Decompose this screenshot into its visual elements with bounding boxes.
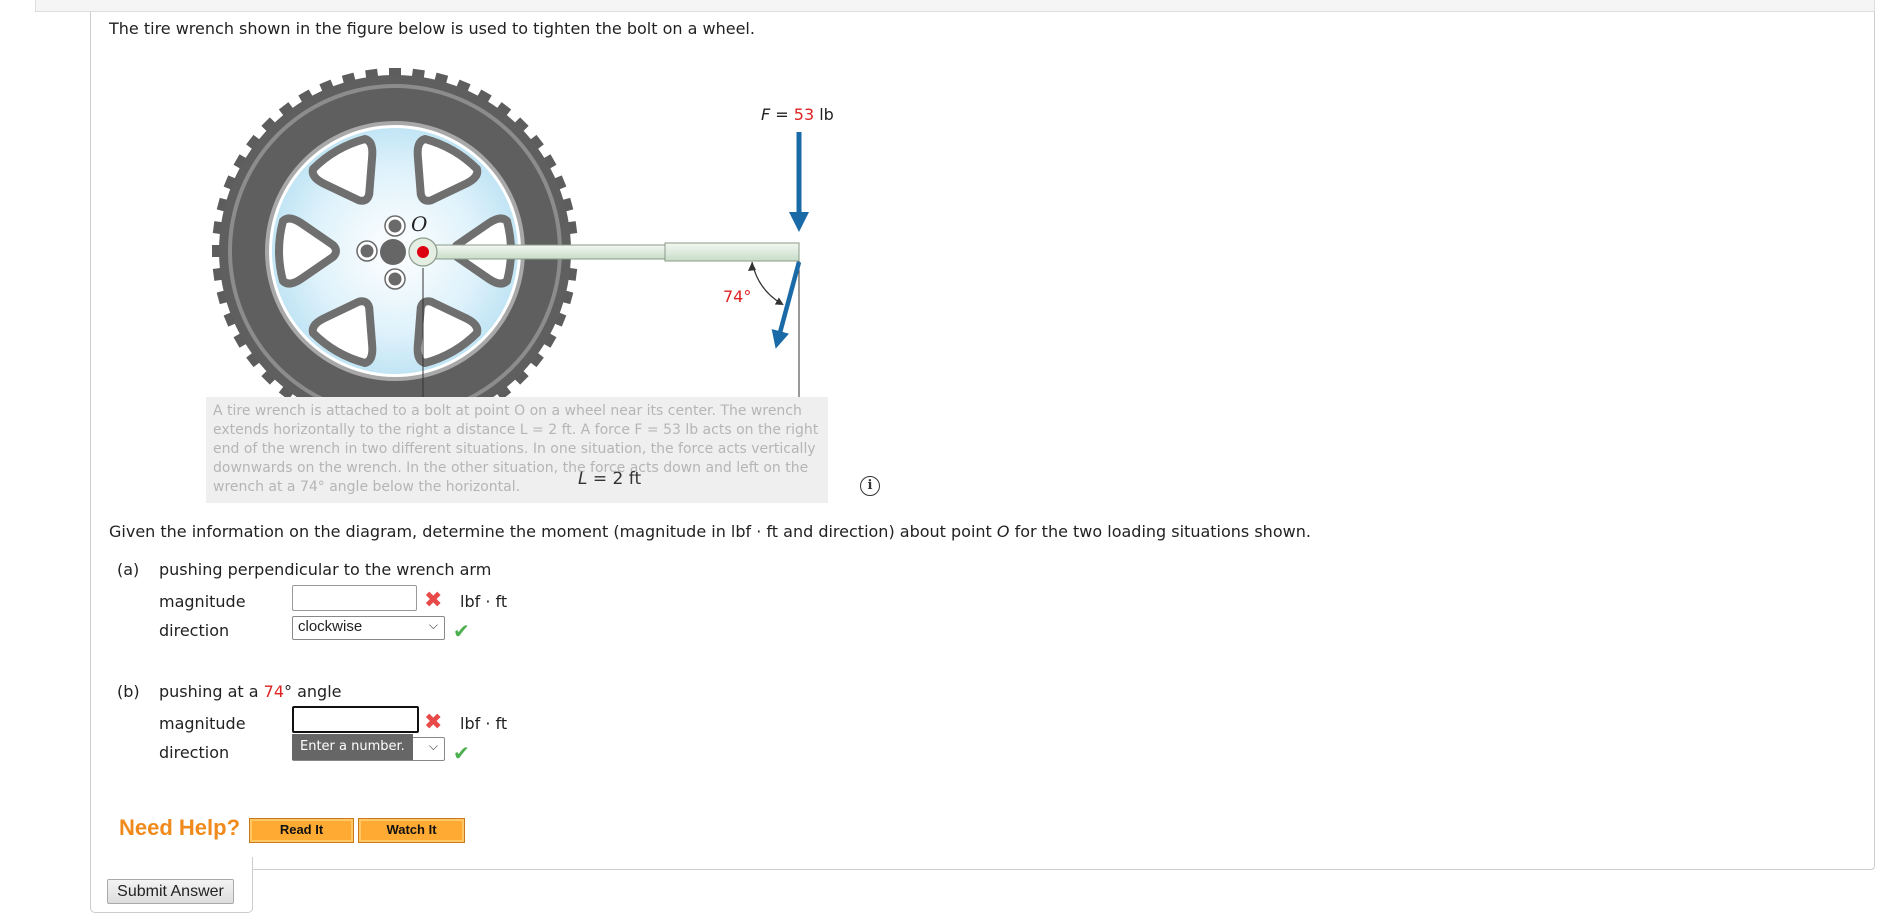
part-b-title-end: ° angle xyxy=(284,682,342,701)
prompt-point: O xyxy=(996,522,1010,541)
question-prompt: Given the information on the diagram, de… xyxy=(109,522,1311,541)
force-eq: = xyxy=(770,105,794,124)
part-a-direction-select[interactable]: clockwise ⌵ xyxy=(292,616,445,640)
info-icon[interactable]: i xyxy=(860,476,880,496)
part-a-direction-label: direction xyxy=(159,621,230,640)
part-a-magnitude-input[interactable] xyxy=(292,585,417,611)
angle-label: 74° xyxy=(723,287,752,306)
wrench-sleeve xyxy=(664,242,800,262)
part-a-title: pushing perpendicular to the wrench arm xyxy=(159,560,492,579)
length-label: L = 2 ft xyxy=(578,469,641,489)
lug-nut-center xyxy=(360,244,374,258)
part-a-magnitude-label: magnitude xyxy=(159,592,246,611)
lug-nut-center xyxy=(388,219,402,233)
incorrect-icon: ✖ xyxy=(424,710,443,735)
part-b-title-text: pushing at a xyxy=(159,682,264,701)
part-b-label: (b) xyxy=(117,682,140,701)
chevron-down-icon: ⌵ xyxy=(428,618,438,632)
validation-tooltip: Enter a number. xyxy=(292,734,413,760)
incorrect-icon: ✖ xyxy=(424,588,443,613)
part-b-title: pushing at a 74° angle xyxy=(159,682,342,701)
need-help-label: Need Help? xyxy=(119,815,241,840)
watch-it-button[interactable]: Watch It xyxy=(358,818,465,843)
prompt-text: Given the information on the diagram, de… xyxy=(109,522,997,541)
part-b-angle-value: 74 xyxy=(263,682,285,701)
part-b-magnitude-label: magnitude xyxy=(159,714,246,733)
point-o-label: O xyxy=(411,212,428,236)
part-a-unit: lbf · ft xyxy=(460,592,508,611)
submit-answer-button[interactable]: Submit Answer xyxy=(107,879,234,904)
read-it-button[interactable]: Read It xyxy=(249,818,354,843)
part-a-label: (a) xyxy=(117,560,140,579)
caption-line: downwards on the wrench. In the other si… xyxy=(213,460,809,476)
force-unit: lb xyxy=(814,105,834,124)
chevron-down-icon: ⌵ xyxy=(428,739,438,753)
caption-line: end of the wrench in two different situa… xyxy=(213,441,816,457)
bolt-point-o xyxy=(417,246,429,258)
lug-nut-center xyxy=(388,272,402,286)
correct-icon: ✔ xyxy=(453,741,470,765)
force-value: 53 xyxy=(793,105,815,124)
wrench-shaft xyxy=(429,244,667,260)
force-arrow-angled xyxy=(771,261,802,349)
correct-icon: ✔ xyxy=(453,619,470,643)
part-b-direction-label: direction xyxy=(159,743,230,762)
force-label: F = 53 lb xyxy=(761,105,834,124)
figure-caption: A tire wrench is attached to a bolt at p… xyxy=(206,397,828,503)
angle-arc-start xyxy=(753,264,770,296)
length-rest: = 2 ft xyxy=(587,469,642,489)
prompt-text-end: for the two loading situations shown. xyxy=(1009,522,1311,541)
caption-line: A tire wrench is attached to a bolt at p… xyxy=(213,403,802,419)
wheel-hub xyxy=(380,239,406,265)
caption-line: extends horizontally to the right a dist… xyxy=(213,422,819,438)
angle-arc-head-start xyxy=(748,262,756,271)
angle-arc xyxy=(751,261,784,306)
part-b-unit: lbf · ft xyxy=(460,714,508,733)
caption-line: wrench at a 74° angle below the horizont… xyxy=(213,479,521,495)
force-var: F xyxy=(761,105,771,124)
part-b-magnitude-input[interactable] xyxy=(292,706,419,733)
selected-value: clockwise xyxy=(298,618,363,635)
